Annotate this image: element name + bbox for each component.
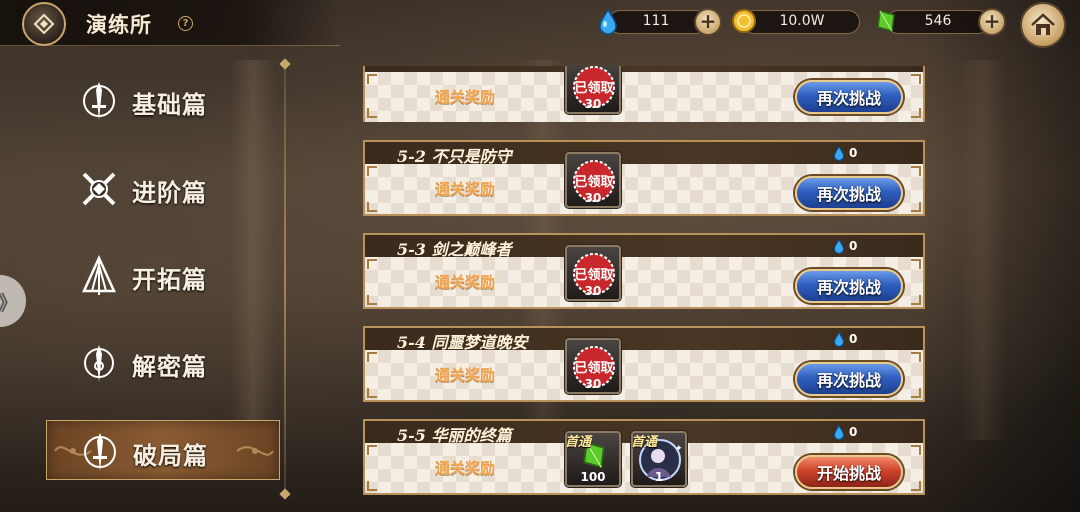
home-button[interactable] — [1020, 2, 1066, 48]
gem-count: 0 — [831, 331, 857, 347]
gem-count: 0 — [831, 145, 857, 161]
first-clear-tag: 首通 — [631, 435, 658, 450]
resource-value: 546 — [924, 13, 952, 29]
nav-item-basics[interactable]: 基础篇 — [46, 70, 280, 130]
reward-item: 已领取 30 — [565, 66, 621, 114]
claimed-text: 已领取 — [574, 267, 614, 283]
back-button[interactable] — [22, 2, 66, 46]
blue-drop-icon — [833, 145, 845, 161]
resource-gold-coin: 10.0W — [732, 9, 862, 36]
item-count: 100 — [580, 470, 606, 484]
blue-drop-icon — [833, 238, 845, 254]
side-panel-toggle[interactable]: 》 — [0, 275, 26, 327]
page-title: 演练所 — [86, 12, 152, 37]
gem-count: 0 — [831, 238, 857, 254]
reward-item: 已领取 30 — [565, 338, 621, 394]
flourish-right-icon — [236, 446, 274, 456]
green-crystal-icon — [877, 10, 895, 32]
nav-item-breakthrough[interactable]: 破局篇 — [46, 420, 280, 480]
claimed-text: 已领取 — [574, 174, 614, 190]
help-icon[interactable]: ? — [178, 16, 193, 31]
resource-value: 111 — [642, 13, 670, 29]
nav-item-advanced[interactable]: 进阶篇 — [46, 158, 280, 218]
item-count: 30 — [584, 191, 602, 205]
stage-card: 5-2 不只是防守 0 通关奖励 已领取 30 再次挑战 — [363, 140, 925, 216]
blue-drop-icon — [833, 424, 845, 440]
stage-card: 5-4 同噩梦道晚安 0 通关奖励 已领取 30 再次挑战 — [363, 326, 925, 402]
first-clear-reward-crystal[interactable]: 首通 100 — [565, 431, 621, 487]
resource-blue-drop: 111 + — [596, 8, 722, 36]
nav-item-label: 开拓篇 — [132, 265, 207, 294]
gem-count: 0 — [831, 424, 857, 440]
retry-button[interactable]: 再次挑战 — [795, 80, 903, 114]
nav-item-label: 基础篇 — [132, 90, 207, 119]
reward-label: 通关奖励 — [435, 273, 496, 291]
retry-button[interactable]: 再次挑战 — [795, 362, 903, 396]
item-count: 30 — [584, 97, 602, 111]
reward-label: 通关奖励 — [435, 366, 496, 384]
gem-count-value: 0 — [849, 332, 858, 346]
reward-label: 通关奖励 — [435, 180, 496, 198]
resource-green-crystal: 546 + — [874, 8, 1010, 36]
back-icon — [33, 13, 55, 35]
add-blue-drop-button[interactable]: + — [694, 8, 722, 36]
blue-drop-icon — [599, 8, 617, 35]
reward-item: 已领取 30 — [565, 245, 621, 301]
nav-item-label: 破局篇 — [133, 441, 208, 470]
stage-card: 通关奖励 已领取 30 再次挑战 — [363, 66, 925, 122]
nav-item-decrypt[interactable]: 解密篇 — [46, 332, 280, 392]
item-count: 30 — [584, 284, 602, 298]
start-challenge-button[interactable]: 开始挑战 — [795, 455, 903, 489]
home-icon — [1031, 13, 1055, 35]
claimed-text: 已领取 — [574, 80, 614, 96]
item-count: 1 — [654, 470, 664, 484]
gold-coin-icon — [732, 9, 756, 33]
resource-value: 10.0W — [779, 13, 825, 29]
tent-emblem-icon — [82, 255, 116, 295]
first-clear-tag: 首通 — [565, 435, 592, 450]
gem-count-value: 0 — [849, 146, 858, 160]
stage-card: 5-5 华丽的终篇 0 通关奖励 首通 100 ✦ 首通 1 开始挑战 — [363, 419, 925, 495]
nav-divider — [284, 64, 286, 494]
item-count: 30 — [584, 377, 602, 391]
sword-emblem-icon — [83, 82, 115, 120]
add-green-crystal-button[interactable]: + — [978, 8, 1006, 36]
svg-text:✦: ✦ — [675, 444, 683, 454]
retry-button[interactable]: 再次挑战 — [795, 269, 903, 303]
crossed-swords-emblem-icon — [82, 172, 116, 206]
claimed-text: 已领取 — [574, 360, 614, 376]
gem-count-value: 0 — [849, 239, 858, 253]
nav-item-label: 进阶篇 — [132, 178, 207, 207]
lock-emblem-icon — [84, 345, 114, 382]
blue-drop-icon — [833, 331, 845, 347]
reward-item: 已领取 30 — [565, 152, 621, 208]
nav-item-pioneer[interactable]: 开拓篇 — [46, 245, 280, 305]
retry-button[interactable]: 再次挑战 — [795, 176, 903, 210]
stage-card: 5-3 剑之巅峰者 0 通关奖励 已领取 30 再次挑战 — [363, 233, 925, 309]
first-clear-reward-character[interactable]: ✦ 首通 1 — [631, 431, 687, 487]
nav-item-label: 解密篇 — [132, 352, 207, 381]
gem-count-value: 0 — [849, 425, 858, 439]
sword-emblem-icon — [84, 433, 116, 471]
reward-label: 通关奖励 — [435, 459, 496, 477]
reward-label: 通关奖励 — [435, 88, 496, 106]
